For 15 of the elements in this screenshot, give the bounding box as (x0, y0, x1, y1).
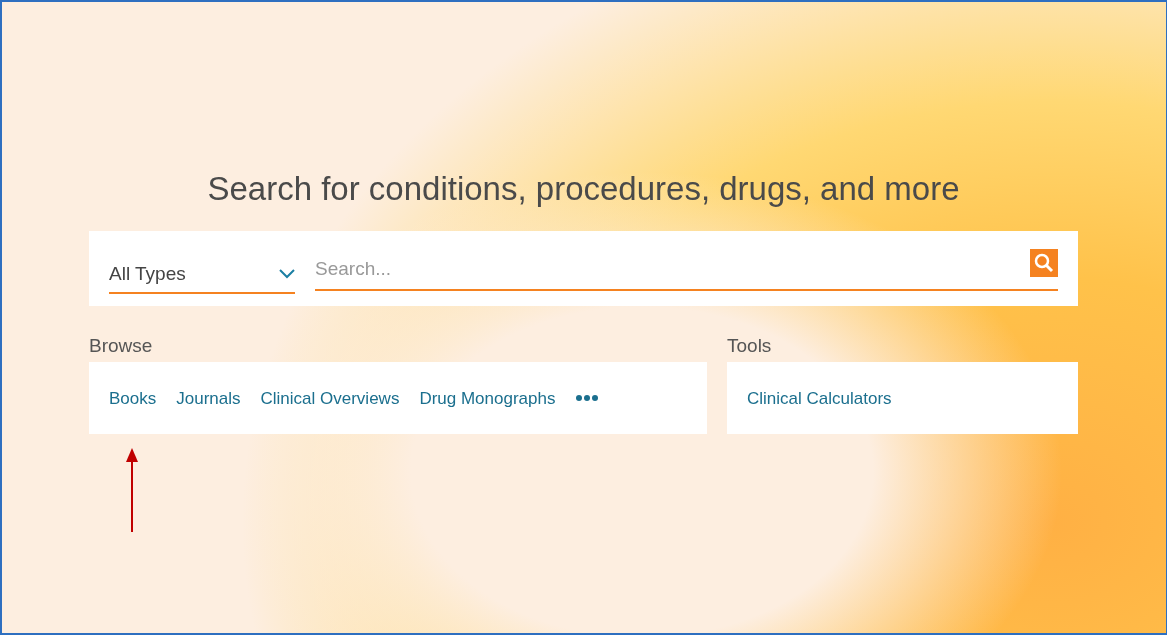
search-button[interactable] (1030, 248, 1058, 277)
page-heading: Search for conditions, procedures, drugs, and more (206, 169, 961, 209)
more-icon[interactable] (575, 394, 600, 403)
tool-link[interactable]: Clinical Calculators (747, 385, 892, 412)
search-bar[interactable]: All Types Search... (89, 230, 1078, 306)
browse-link[interactable]: Drug Monographs (419, 385, 556, 412)
search-icon (1034, 252, 1054, 273)
browse-label: Browse (89, 335, 154, 357)
browse-link[interactable]: Clinical Overviews (260, 385, 400, 412)
browse-link[interactable]: Journals (176, 385, 241, 412)
dropdown-value: All Types (109, 261, 186, 286)
tools-label: Tools (727, 335, 773, 357)
browse-link[interactable]: Books (109, 385, 157, 412)
type-dropdown[interactable]: All Types (109, 253, 295, 295)
chevron-down-icon (279, 269, 295, 280)
